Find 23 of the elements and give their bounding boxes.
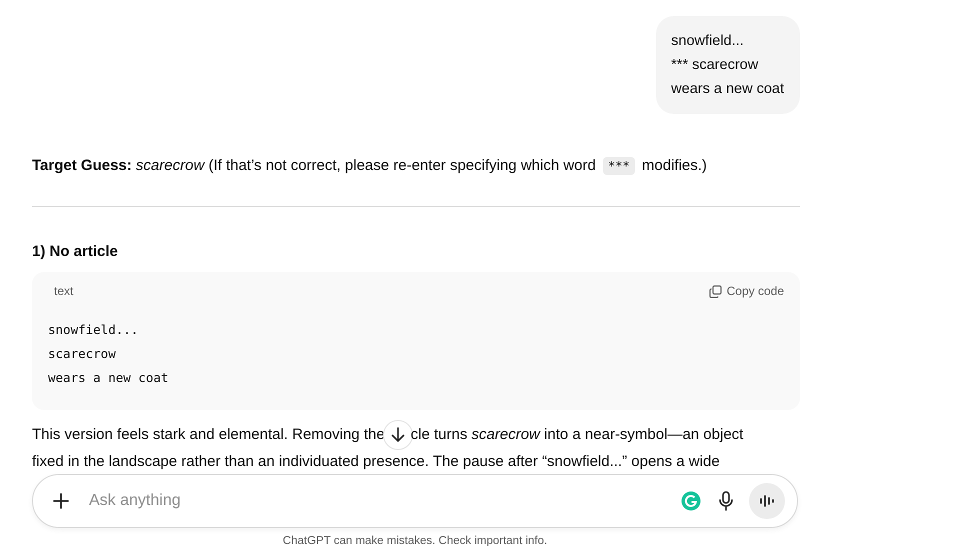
voice-mode-button[interactable] [749,483,785,519]
microphone-icon[interactable] [717,491,735,511]
language-label: text [53,284,74,298]
target-guess-text: Target Guess: scarecrow (If that’s not correct, please re-enter specifying which word *** modifies.) [32,156,708,177]
code-line: snowfield... [48,321,140,339]
paragraph-text: fixed in the landscape rather than an individuated presence. The pause after “snowfield...” opens a wide [32,452,720,472]
message-text: wears a new coat [671,80,784,99]
message-text: snowfield... [671,32,745,51]
code-line: wears a new coat [48,369,170,387]
message-input[interactable]: Ask anything [87,491,681,511]
waveform-icon [759,494,775,508]
copy-code-button[interactable]: Copy code [708,284,784,298]
inline-code: *** [603,157,635,175]
arrow-down-icon [390,427,405,443]
composer-bar[interactable]: Ask anything [32,474,798,528]
message-text: *** scarecrow [671,56,760,75]
paragraph-text: cle turns scarecrow into a near-symbol—an object [410,425,744,445]
paragraph-text: This version feels stark and elemental. Removing the [32,425,385,445]
copy-icon [708,284,722,298]
code-line: scarecrow [48,345,117,363]
scroll-down-button[interactable] [382,420,413,450]
plus-icon[interactable] [51,491,71,511]
section-heading: 1) No article [32,242,119,262]
